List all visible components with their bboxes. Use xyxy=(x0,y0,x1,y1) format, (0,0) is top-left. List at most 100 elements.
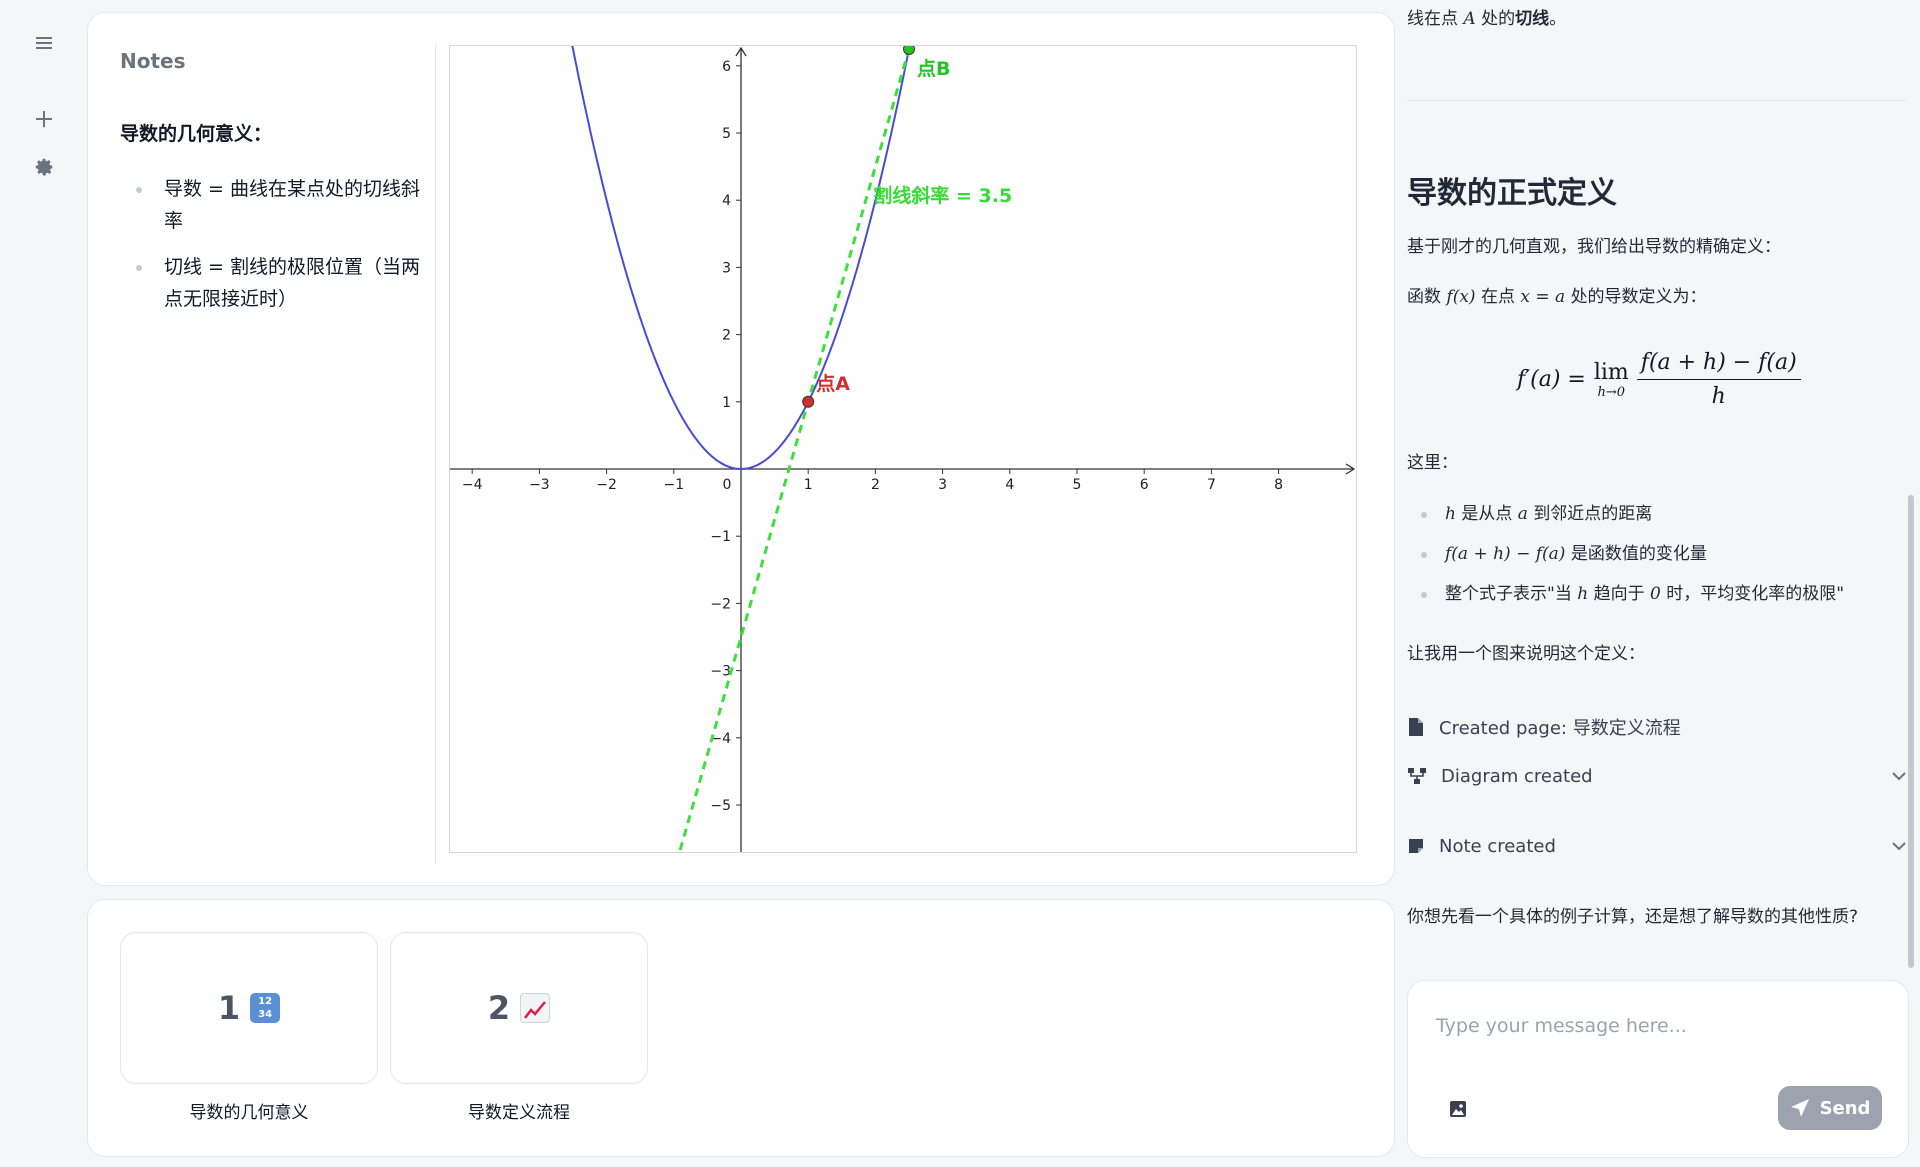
x-tick-label: −3 xyxy=(529,477,550,493)
page-label: 导数定义流程 xyxy=(468,1103,570,1123)
chat-message-top: 线在点 A 处的切线。 xyxy=(1407,6,1566,32)
math-var: a xyxy=(1517,504,1528,524)
point-b xyxy=(903,46,915,55)
y-tick-label: 1 xyxy=(722,395,731,411)
x-tick-label: 2 xyxy=(871,477,880,493)
text: 整个式子表示"当 xyxy=(1445,584,1572,604)
message-input[interactable]: Type your message here... xyxy=(1436,1015,1687,1037)
x-tick-label: −1 xyxy=(663,477,684,493)
tool-label: Note created xyxy=(1439,835,1556,857)
y-tick-label: 5 xyxy=(722,126,731,142)
text: 是函数值的变化量 xyxy=(1570,544,1707,564)
chevron-down-icon[interactable] xyxy=(1891,841,1907,851)
math-expr: f(a + h) − f(a) xyxy=(1445,544,1566,564)
divider xyxy=(435,45,436,865)
slope-annotation: 割线斜率 = 3.5 xyxy=(873,184,1012,207)
tool-label: Created page: 导数定义流程 xyxy=(1439,718,1681,739)
x-tick-label: 8 xyxy=(1274,477,1283,493)
diagram-icon xyxy=(1408,768,1426,784)
bold-text: 切线 xyxy=(1515,9,1550,29)
derivative-formula: f′(a) = lim h→0 f(a + h) − f(a) h xyxy=(1517,350,1801,409)
notes-list: 导数 = 曲线在某点处的切线斜率 切线 = 割线的极限位置（当两点无限接近时） xyxy=(120,173,430,329)
math-expr: f(x) xyxy=(1446,287,1476,307)
numerator: f(a + h) − f(a) xyxy=(1636,350,1801,380)
chat-heading: 导数的正式定义 xyxy=(1407,176,1617,211)
page-number: 1 xyxy=(217,989,241,1027)
menu-icon[interactable] xyxy=(28,27,60,59)
gear-icon[interactable] xyxy=(28,151,60,183)
y-tick-label: −2 xyxy=(710,596,731,612)
tile-content: 2 xyxy=(487,989,551,1027)
list-item: h 是从点 a 到邻近点的距离 xyxy=(1407,500,1907,528)
tool-created-page[interactable]: Created page: 导数定义流程 xyxy=(1407,711,1907,743)
pages-card: 1 12 34 导数的几何意义 2 导数定义流程 xyxy=(87,899,1395,1157)
page-number: 2 xyxy=(487,989,511,1027)
x-tick-label: 4 xyxy=(1005,477,1014,493)
chart-emoji-icon xyxy=(520,993,551,1023)
parabola-curve xyxy=(571,46,911,470)
limit-word: lim xyxy=(1593,359,1629,385)
secant-line xyxy=(678,46,912,852)
math-var: h xyxy=(1445,504,1456,524)
text: 是从点 xyxy=(1461,504,1513,524)
tool-diagram-created[interactable]: Diagram created xyxy=(1407,760,1907,792)
image-upload-icon[interactable] xyxy=(1446,1097,1470,1121)
list-item: f(a + h) − f(a) 是函数值的变化量 xyxy=(1407,540,1907,568)
y-tick-label: −3 xyxy=(710,664,731,680)
page-tile-1[interactable]: 1 12 34 xyxy=(120,932,378,1084)
math-var: A xyxy=(1463,9,1476,29)
page-label: 导数的几何意义 xyxy=(189,1103,309,1123)
document-icon xyxy=(1409,718,1423,736)
send-label: Send xyxy=(1819,1097,1871,1119)
y-tick-label: 4 xyxy=(722,193,731,209)
message-composer[interactable]: Type your message here... Send xyxy=(1407,980,1909,1158)
denominator: h xyxy=(1711,384,1726,409)
function-graph[interactable]: −4 −3 −2 −1 0 1 2 3 4 5 6 7 8−5−4−3−2−1123456点A点B割线斜… xyxy=(450,46,1356,852)
chevron-down-icon[interactable] xyxy=(1891,771,1907,781)
page-tile-2[interactable]: 2 xyxy=(390,932,648,1084)
notes-item: 导数 = 曲线在某点处的切线斜率 xyxy=(120,173,430,237)
tool-label: Diagram created xyxy=(1441,765,1593,787)
text: 函数 xyxy=(1407,287,1441,307)
chat-bullet-list: h 是从点 a 到邻近点的距离 f(a + h) − f(a) 是函数值的变化量… xyxy=(1407,500,1907,620)
y-tick-label: 2 xyxy=(722,328,731,344)
y-tick-label: −1 xyxy=(710,529,731,545)
tile-content: 1 12 34 xyxy=(217,989,281,1027)
text: 在点 xyxy=(1480,287,1515,307)
numbers-emoji-icon: 12 34 xyxy=(250,993,281,1023)
graph-canvas[interactable]: −4 −3 −2 −1 0 1 2 3 4 5 6 7 8 −5 −4 −3 −2 −1 1 2 3 4 5 6 点A 点B 割线斜… xyxy=(449,45,1357,853)
notes-heading: 导数的几何意义： xyxy=(120,123,273,145)
x-tick-label: 5 xyxy=(1073,477,1082,493)
chat-scrollbar[interactable] xyxy=(1908,495,1914,968)
notes-item: 切线 = 割线的极限位置（当两点无限接近时） xyxy=(120,251,430,315)
limit: lim h→0 xyxy=(1594,360,1629,400)
math-var: 0 xyxy=(1650,584,1661,604)
chat-intro: 基于刚才的几何直观，我们给出导数的精确定义： xyxy=(1407,237,1781,257)
text: 处的 xyxy=(1481,9,1516,29)
chat-here: 这里： xyxy=(1407,453,1458,473)
x-tick-label: 0 xyxy=(723,477,732,493)
x-tick-label: 7 xyxy=(1207,477,1216,493)
send-button[interactable]: Send xyxy=(1778,1086,1882,1130)
y-tick-label: −5 xyxy=(710,798,731,814)
chat-definition: 函数 f(x) 在点 x = a 处的导数定义为： xyxy=(1407,284,1707,310)
list-item: 整个式子表示"当 h 趋向于 0 时，平均变化率的极限" xyxy=(1407,580,1907,608)
send-icon xyxy=(1790,1099,1809,1117)
fraction: f(a + h) − f(a) h xyxy=(1636,350,1801,409)
text: 到邻近点的距离 xyxy=(1533,504,1653,524)
plus-icon[interactable] xyxy=(28,103,60,135)
y-tick-label: 3 xyxy=(722,260,731,276)
notes-card: Notes 导数的几何意义： 导数 = 曲线在某点处的切线斜率 切线 = 割线的… xyxy=(87,12,1395,886)
note-icon xyxy=(1409,839,1423,853)
math-expr: x = a xyxy=(1520,287,1566,307)
limit-sub: h→0 xyxy=(1597,384,1626,400)
notes-title: Notes xyxy=(120,49,186,73)
tool-note-created[interactable]: Note created xyxy=(1407,830,1907,862)
x-tick-label: 6 xyxy=(1140,477,1149,493)
x-tick-label: 1 xyxy=(804,477,813,493)
point-label: 点B xyxy=(917,58,950,80)
x-tick-label: −4 xyxy=(462,477,483,493)
formula-lhs: f′(a) = xyxy=(1517,367,1586,392)
x-tick-label: −2 xyxy=(596,477,617,493)
math-var: h xyxy=(1577,584,1589,604)
